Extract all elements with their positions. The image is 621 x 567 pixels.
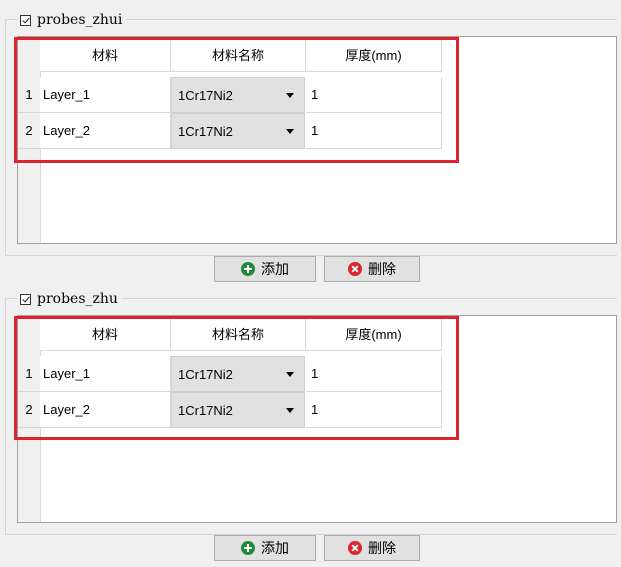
material-name-dropdown[interactable]: 1Cr17Ni2 [171, 113, 305, 149]
group-title-label: probes_zhui [37, 12, 123, 28]
plus-circle-icon [241, 262, 255, 276]
material-name-dropdown[interactable]: 1Cr17Ni2 [171, 392, 305, 428]
column-header-thickness[interactable]: 厚度(mm) [306, 316, 442, 351]
column-header-thickness[interactable]: 厚度(mm) [306, 37, 442, 72]
column-header-material[interactable]: 材料 [40, 316, 171, 351]
material-name-dropdown[interactable]: 1Cr17Ni2 [171, 356, 305, 392]
add-button[interactable]: 添加 [214, 256, 316, 282]
delete-button[interactable]: 删除 [324, 535, 420, 561]
layer-table: 材料 材料名称 厚度(mm) 1 Layer_1 1Cr17Ni2 1 2 La… [17, 36, 617, 244]
row-number: 2 [18, 392, 40, 428]
group-title[interactable]: probes_zhu [17, 290, 122, 308]
cell-material[interactable]: Layer_1 [40, 77, 171, 113]
row-number: 2 [18, 113, 40, 149]
cell-material[interactable]: Layer_2 [40, 113, 171, 149]
delete-button[interactable]: 删除 [324, 256, 420, 282]
group-checkbox[interactable] [20, 14, 31, 26]
group-probes-zhui: probes_zhui 材料 材料名称 厚度(mm) 1 Layer_1 1Cr… [5, 11, 617, 256]
chevron-down-icon [286, 372, 294, 377]
row-number: 1 [18, 356, 40, 392]
chevron-down-icon [286, 129, 294, 134]
group-checkbox[interactable] [20, 293, 31, 305]
cell-thickness[interactable]: 1 [306, 77, 442, 113]
cell-thickness[interactable]: 1 [306, 113, 442, 149]
column-header-material-name[interactable]: 材料名称 [171, 316, 306, 351]
column-header-material-name[interactable]: 材料名称 [171, 37, 306, 72]
x-circle-icon [348, 541, 362, 555]
plus-circle-icon [241, 541, 255, 555]
add-button[interactable]: 添加 [214, 535, 316, 561]
cell-thickness[interactable]: 1 [306, 356, 442, 392]
column-header-material[interactable]: 材料 [40, 37, 171, 72]
cell-material[interactable]: Layer_2 [40, 392, 171, 428]
x-circle-icon [348, 262, 362, 276]
group-title[interactable]: probes_zhui [17, 11, 127, 29]
material-name-dropdown[interactable]: 1Cr17Ni2 [171, 77, 305, 113]
cell-material[interactable]: Layer_1 [40, 356, 171, 392]
cell-thickness[interactable]: 1 [306, 392, 442, 428]
chevron-down-icon [286, 408, 294, 413]
group-title-label: probes_zhu [37, 291, 118, 307]
layer-table: 材料 材料名称 厚度(mm) 1 Layer_1 1Cr17Ni2 1 2 La… [17, 315, 617, 523]
row-number: 1 [18, 77, 40, 113]
chevron-down-icon [286, 93, 294, 98]
group-probes-zhu: probes_zhu 材料 材料名称 厚度(mm) 1 Layer_1 1Cr1… [5, 290, 617, 535]
